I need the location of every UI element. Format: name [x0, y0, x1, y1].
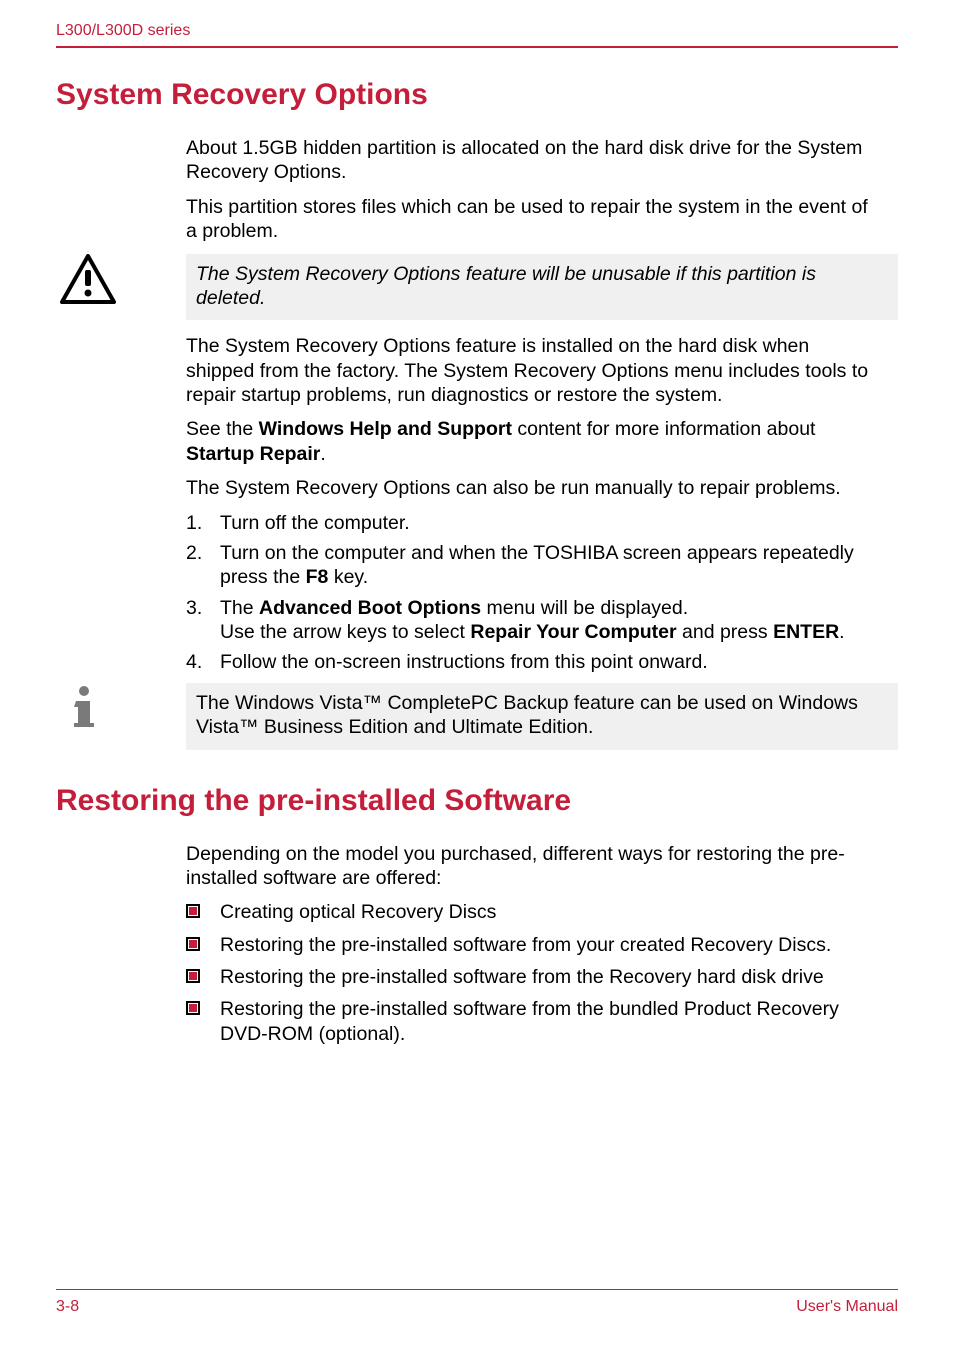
bullet-text: Restoring the pre-installed software fro…: [220, 998, 839, 1044]
paragraph-text: About 1.5GB hidden partition is allocate…: [186, 136, 878, 185]
bold-text: Startup Repair: [186, 443, 320, 465]
info-icon-wrap: [56, 683, 186, 731]
footer-divider: [56, 1289, 898, 1290]
bullet-item: Restoring the pre-installed software fro…: [186, 933, 878, 957]
paragraph-text: The System Recovery Options feature is i…: [186, 334, 878, 407]
square-bullet-icon: [186, 904, 200, 918]
main-instructions-block: The System Recovery Options feature is i…: [186, 334, 878, 675]
warning-triangle-icon: [60, 254, 186, 304]
step-item: Turn on the computer and when the TOSHIB…: [186, 541, 878, 590]
warning-callout: The System Recovery Options feature will…: [56, 254, 898, 321]
bold-text: Advanced Boot Options: [259, 597, 481, 619]
info-icon: [60, 683, 186, 731]
paragraph-text: The System Recovery Options can also be …: [186, 476, 878, 500]
step-text: and press: [677, 621, 773, 643]
info-text: The Windows Vista™ CompletePC Backup fea…: [196, 691, 884, 740]
text-span: See the: [186, 418, 259, 440]
warning-text-box: The System Recovery Options feature will…: [186, 254, 898, 321]
step-text: .: [839, 621, 844, 643]
bullet-item: Creating optical Recovery Discs: [186, 900, 878, 924]
restoring-block: Depending on the model you purchased, di…: [186, 842, 878, 1047]
page-header: L300/L300D series: [56, 22, 898, 48]
paragraph-text: This partition stores files which can be…: [186, 195, 878, 244]
bullet-text: Creating optical Recovery Discs: [220, 901, 496, 923]
paragraph-text: See the Windows Help and Support content…: [186, 417, 878, 466]
page-number: 3-8: [56, 1298, 79, 1316]
square-bullet-icon: [186, 937, 200, 951]
bold-text: F8: [306, 566, 329, 588]
header-series-text: L300/L300D series: [56, 22, 898, 40]
bullet-list: Creating optical Recovery Discs Restorin…: [186, 900, 878, 1046]
step-text: Use the arrow keys to select: [220, 621, 470, 643]
intro-block: About 1.5GB hidden partition is allocate…: [186, 136, 878, 244]
text-span: content for more information about: [512, 418, 816, 440]
text-span: .: [320, 443, 325, 465]
bullet-text: Restoring the pre-installed software fro…: [220, 966, 824, 988]
paragraph-text: Depending on the model you purchased, di…: [186, 842, 878, 891]
bullet-text: Restoring the pre-installed software fro…: [220, 934, 831, 956]
square-bullet-icon: [186, 1001, 200, 1015]
warning-icon-wrap: [56, 254, 186, 304]
page-footer: 3-8 User's Manual: [56, 1289, 898, 1316]
step-item: The Advanced Boot Options menu will be d…: [186, 596, 878, 645]
heading-restoring-preinstalled-software: Restoring the pre-installed Software: [56, 784, 898, 818]
warning-text: The System Recovery Options feature will…: [196, 262, 884, 311]
step-item: Follow the on-screen instructions from t…: [186, 650, 878, 674]
footer-label: User's Manual: [796, 1298, 898, 1316]
steps-list: Turn off the computer. Turn on the compu…: [186, 511, 878, 675]
info-text-box: The Windows Vista™ CompletePC Backup fea…: [186, 683, 898, 750]
step-item: Turn off the computer.: [186, 511, 878, 535]
step-text: key.: [328, 566, 368, 588]
info-callout: The Windows Vista™ CompletePC Backup fea…: [56, 683, 898, 750]
bold-text: Repair Your Computer: [470, 621, 676, 643]
bullet-item: Restoring the pre-installed software fro…: [186, 965, 878, 989]
step-text: Turn off the computer.: [220, 512, 410, 534]
step-text: The: [220, 597, 259, 619]
header-divider: [56, 46, 898, 48]
step-text: menu will be displayed.: [481, 597, 688, 619]
bold-text: ENTER: [773, 621, 839, 643]
bold-text: Windows Help and Support: [259, 418, 512, 440]
bullet-item: Restoring the pre-installed software fro…: [186, 997, 878, 1046]
step-text: Follow the on-screen instructions from t…: [220, 651, 708, 673]
heading-system-recovery-options: System Recovery Options: [56, 78, 898, 112]
square-bullet-icon: [186, 969, 200, 983]
footer-row: 3-8 User's Manual: [56, 1298, 898, 1316]
